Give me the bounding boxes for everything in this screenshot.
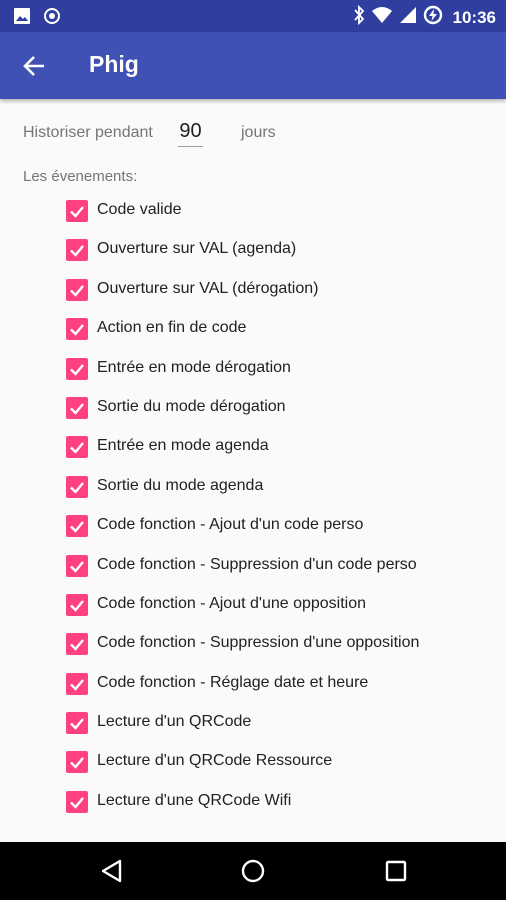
checkbox-checked-icon[interactable] <box>66 633 88 656</box>
wifi-icon <box>371 6 393 29</box>
status-bar: 10:36 <box>0 0 506 32</box>
event-item[interactable]: Action en fin de code <box>0 309 506 348</box>
image-icon <box>14 8 30 29</box>
checkbox-checked-icon[interactable] <box>66 396 88 419</box>
checkbox-checked-icon[interactable] <box>66 515 88 538</box>
status-left-icons <box>14 8 60 29</box>
app-bar: Phig <box>0 32 506 99</box>
recents-square-icon[interactable] <box>383 858 409 884</box>
event-label: Code fonction - Suppression d'une opposi… <box>97 634 420 652</box>
events-list: Code valide Ouverture sur VAL (agenda) Ouv… <box>0 191 506 821</box>
event-label: Action en fin de code <box>97 319 247 337</box>
event-item[interactable]: Sortie du mode agenda <box>0 467 506 506</box>
event-label: Lecture d'un QRCode <box>97 713 252 731</box>
event-item[interactable]: Ouverture sur VAL (dérogation) <box>0 270 506 309</box>
page-title: Phig <box>89 51 139 77</box>
history-row: Historiser pendant jours <box>23 116 483 154</box>
event-label: Lecture d'une QRCode Wifi <box>97 791 292 809</box>
days-unit-label: jours <box>241 124 276 141</box>
event-item[interactable]: Entrée en mode agenda <box>0 427 506 466</box>
event-item[interactable]: Lecture d'une QRCode Wifi <box>0 782 506 821</box>
checkbox-checked-icon[interactable] <box>66 278 88 301</box>
event-label: Ouverture sur VAL (agenda) <box>97 240 297 258</box>
status-time: 10:36 <box>452 7 496 27</box>
checkbox-checked-icon[interactable] <box>66 672 88 695</box>
event-label: Ouverture sur VAL (dérogation) <box>97 279 319 297</box>
home-circle-icon[interactable] <box>240 858 266 884</box>
arrow-back-icon[interactable] <box>22 53 48 79</box>
event-item[interactable]: Ouverture sur VAL (agenda) <box>0 230 506 269</box>
battery-charging-icon <box>423 5 443 30</box>
event-item[interactable]: Code fonction - Suppression d'une opposi… <box>0 624 506 663</box>
event-label: Code fonction - Réglage date et heure <box>97 673 369 691</box>
event-item[interactable]: Code valide <box>0 191 506 230</box>
event-item[interactable]: Code fonction - Ajout d'une opposition <box>0 585 506 624</box>
events-label: Les évenements: <box>23 168 138 185</box>
checkbox-checked-icon[interactable] <box>66 475 88 498</box>
checkbox-checked-icon[interactable] <box>66 200 88 222</box>
event-label: Code valide <box>97 201 182 218</box>
event-item[interactable]: Code fonction - Suppression d'un code pe… <box>0 546 506 585</box>
event-label: Code fonction - Ajout d'un code perso <box>97 516 364 534</box>
checkbox-checked-icon[interactable] <box>66 239 88 262</box>
back-triangle-icon[interactable] <box>99 858 125 884</box>
checkbox-checked-icon[interactable] <box>66 554 88 577</box>
status-right-icons: 10:36 <box>353 4 496 30</box>
navigation-bar <box>0 842 506 900</box>
days-input[interactable] <box>178 116 203 147</box>
checkbox-checked-icon[interactable] <box>66 593 88 616</box>
checkbox-checked-icon[interactable] <box>66 357 88 380</box>
bluetooth-icon <box>353 4 365 30</box>
event-label: Code fonction - Suppression d'un code pe… <box>97 555 417 573</box>
event-item[interactable]: Lecture d'un QRCode Ressource <box>0 742 506 781</box>
signal-icon <box>399 6 417 29</box>
event-item[interactable]: Code fonction - Ajout d'un code perso <box>0 506 506 545</box>
event-label: Lecture d'un QRCode Ressource <box>97 752 333 770</box>
event-label: Sortie du mode agenda <box>97 476 264 494</box>
event-label: Entrée en mode dérogation <box>97 358 291 376</box>
event-label: Sortie du mode dérogation <box>97 397 286 415</box>
event-item[interactable]: Entrée en mode dérogation <box>0 349 506 388</box>
checkbox-checked-icon[interactable] <box>66 712 88 735</box>
history-label: Historiser pendant <box>23 124 153 141</box>
event-item[interactable]: Sortie du mode dérogation <box>0 388 506 427</box>
event-item[interactable]: Code fonction - Réglage date et heure <box>0 664 506 703</box>
checkbox-checked-icon[interactable] <box>66 790 88 813</box>
record-icon <box>44 8 60 29</box>
checkbox-checked-icon[interactable] <box>66 436 88 459</box>
event-item[interactable]: Lecture d'un QRCode <box>0 703 506 742</box>
event-label: Entrée en mode agenda <box>97 437 269 455</box>
event-label: Code fonction - Ajout d'une opposition <box>97 594 367 612</box>
checkbox-checked-icon[interactable] <box>66 751 88 774</box>
checkbox-checked-icon[interactable] <box>66 318 88 341</box>
